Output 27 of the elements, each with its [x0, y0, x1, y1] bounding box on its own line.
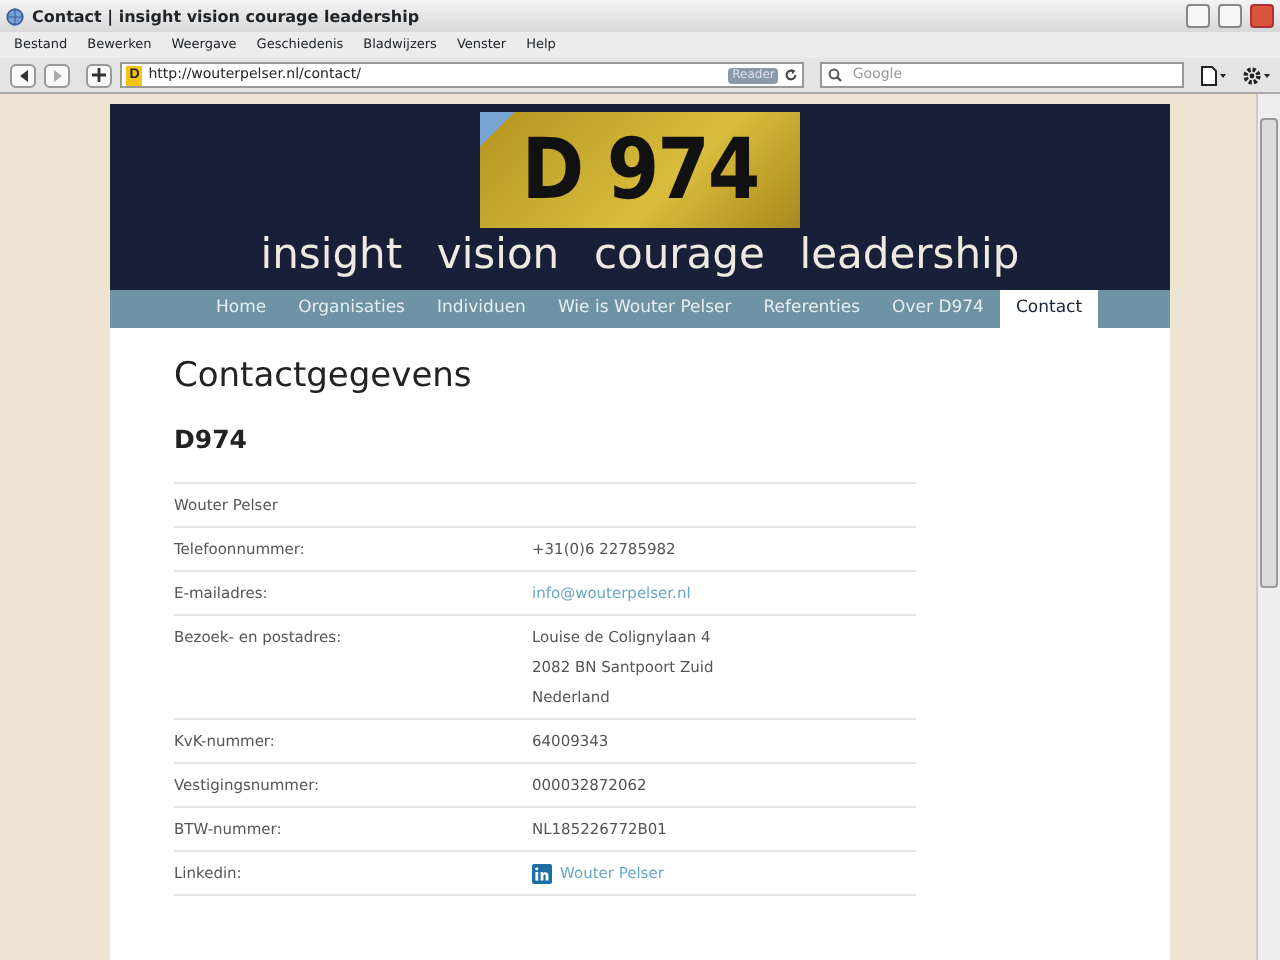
forward-arrow-icon	[51, 69, 64, 81]
globe-icon	[6, 7, 24, 25]
scrollbar[interactable]	[1256, 94, 1280, 960]
nav-link[interactable]: Wie is Wouter Pelser	[541, 290, 748, 328]
nav-link[interactable]: Over D974	[876, 290, 1000, 328]
search-icon	[828, 68, 845, 82]
add-bookmark-button[interactable]	[86, 63, 113, 87]
linkedin-icon[interactable]	[532, 864, 552, 885]
window-title: Contact | insight vision courage leadership	[32, 7, 422, 25]
maximize-button[interactable]	[1218, 4, 1242, 28]
nav-link[interactable]: Referenties	[747, 290, 877, 328]
tagline: insight vision courage leadership	[260, 228, 1020, 280]
section-heading: D974	[174, 424, 249, 455]
page-menu-icon[interactable]	[1199, 65, 1226, 85]
plus-icon	[92, 68, 107, 82]
minimize-button[interactable]	[1186, 4, 1210, 28]
nav-link[interactable]: Contact	[999, 290, 1099, 328]
nav-link[interactable]: Individuen	[421, 290, 542, 328]
back-arrow-icon	[17, 69, 30, 81]
page-heading: Contactgegevens	[174, 356, 474, 397]
settings-icon[interactable]	[1241, 65, 1270, 85]
logo: D 974	[480, 112, 800, 228]
nav-link[interactable]: Home	[200, 290, 283, 328]
reload-icon[interactable]	[784, 68, 799, 82]
scrollbar-thumb[interactable]	[1260, 118, 1278, 588]
nav-link[interactable]: Organisaties	[282, 290, 421, 328]
back-button[interactable]	[10, 63, 37, 87]
